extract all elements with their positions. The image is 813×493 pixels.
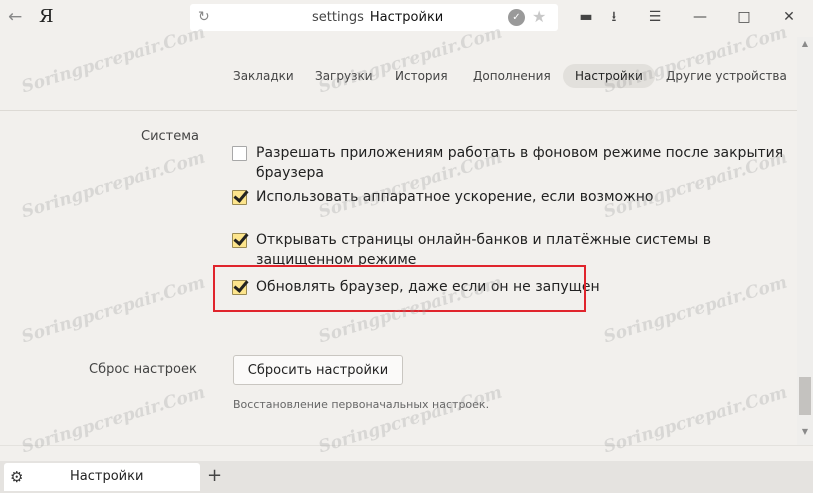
system-section-label: Система	[141, 129, 200, 144]
reload-icon[interactable]: ↻	[198, 7, 210, 27]
nav-tab-extensions[interactable]: Дополнения	[461, 64, 563, 88]
hamburger-menu-icon[interactable]: ☰	[645, 6, 665, 28]
download-icon[interactable]: ⭳	[604, 6, 624, 28]
reset-section-label: Сброс настроек	[89, 362, 197, 377]
scroll-down-arrow-icon[interactable]: ▼	[797, 425, 813, 439]
nav-tab-other-devices[interactable]: Другие устройства	[654, 64, 799, 88]
back-arrow-icon[interactable]: ←	[8, 6, 28, 28]
highlight-frame	[213, 265, 586, 312]
checkbox-protected-mode[interactable]	[232, 233, 247, 248]
option-label: Открывать страницы онлайн-банков и платё…	[256, 232, 711, 268]
new-tab-plus-icon[interactable]: +	[207, 465, 222, 487]
nav-tab-settings[interactable]: Настройки	[563, 64, 655, 88]
tab-bar: ⚙ Настройки +	[0, 461, 813, 493]
tab-title: Настройки	[70, 469, 144, 484]
address-bar[interactable]: ↻ settings Настройки ✓ ★	[190, 4, 558, 31]
maximize-icon[interactable]: □	[733, 6, 755, 28]
minimize-icon[interactable]: —	[689, 6, 711, 28]
scroll-thumb[interactable]	[799, 377, 811, 415]
tab-settings[interactable]: ⚙ Настройки	[4, 463, 200, 491]
checkbox-hardware-acceleration[interactable]	[232, 190, 247, 205]
option-label: Разрешать приложениям работать в фоновом…	[256, 145, 784, 181]
scroll-up-arrow-icon[interactable]: ▲	[797, 37, 813, 51]
nav-tab-bookmarks[interactable]: Закладки	[221, 64, 306, 88]
browser-toolbar: ← Я ↻ settings Настройки ✓ ★ ▬ ⭳ ☰ — □ ✕	[0, 0, 813, 37]
settings-nav: Закладки Загрузки История Дополнения Нас…	[0, 60, 797, 92]
nav-divider	[0, 110, 797, 111]
option-label: Использовать аппаратное ускорение, если …	[256, 189, 654, 205]
url-host: settings	[312, 10, 364, 25]
close-icon[interactable]: ✕	[778, 6, 800, 28]
vertical-scrollbar[interactable]: ▲ ▼	[797, 37, 813, 445]
watermark-text: Soringpcrepair.Com	[19, 272, 208, 348]
nav-tab-downloads[interactable]: Загрузки	[303, 64, 385, 88]
protect-shield-icon[interactable]: ✓	[508, 9, 525, 26]
bookmark-star-icon[interactable]: ★	[532, 6, 546, 28]
gear-icon: ⚙	[10, 468, 24, 486]
watermark-text: Soringpcrepair.Com	[19, 147, 208, 223]
nav-tab-history[interactable]: История	[383, 64, 460, 88]
reset-settings-button[interactable]: Сбросить настройки	[233, 355, 403, 385]
tablo-menu-icon[interactable]: ▬	[576, 6, 596, 28]
reset-hint: Восстановление первоначальных настроек.	[233, 398, 490, 411]
yandex-logo[interactable]: Я	[39, 5, 54, 29]
address-text[interactable]: settings Настройки	[312, 8, 443, 28]
url-title: Настройки	[369, 10, 444, 25]
horizontal-scrollbar[interactable]	[0, 445, 813, 462]
checkbox-background-apps[interactable]	[232, 146, 247, 161]
